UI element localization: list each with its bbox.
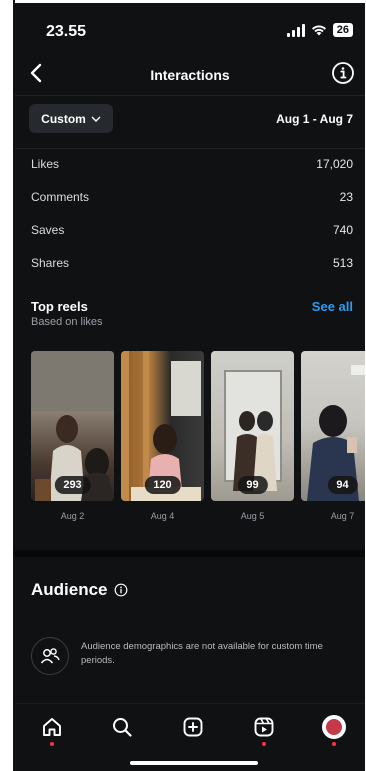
top-reels-carousel[interactable]: 293 Aug 2 120 Aug 4 99 Aug 5 94 Aug 7 — [31, 351, 365, 526]
reel-thumbnail[interactable]: 99 — [211, 351, 294, 501]
reel-date: Aug 7 — [330, 511, 355, 521]
metric-value: 23 — [339, 190, 353, 204]
status-time: 23.55 — [46, 23, 87, 40]
header: Interactions — [15, 55, 365, 95]
metric-label: Saves — [31, 223, 65, 237]
date-filter-label: Custom — [41, 111, 86, 126]
profile-avatar[interactable] — [321, 714, 347, 740]
info-icon[interactable] — [114, 583, 128, 597]
reel-thumbnail[interactable]: 120 — [121, 351, 204, 501]
reel-date: Aug 4 — [150, 511, 175, 521]
reel-like-count: 99 — [237, 476, 268, 494]
reel-like-count: 293 — [54, 476, 91, 494]
reel-card[interactable]: 120 Aug 4 — [121, 351, 204, 521]
left-margin — [0, 0, 15, 771]
cellular-signal-icon — [286, 23, 305, 37]
reel-like-count: 94 — [327, 476, 358, 494]
page-title: Interactions — [150, 67, 230, 83]
metric-value: 17,020 — [316, 157, 353, 171]
metric-saves: Saves 740 — [31, 223, 353, 243]
metric-value: 513 — [332, 256, 353, 270]
filter-divider — [15, 148, 365, 149]
status-bar: 23.55 26 — [15, 3, 365, 55]
people-icon — [31, 637, 69, 675]
metric-comments: Comments 23 — [31, 190, 353, 210]
metric-label: Comments — [31, 190, 90, 204]
chevron-down-icon — [91, 116, 101, 122]
top-reels-subtitle: Based on likes — [31, 316, 103, 328]
reel-card[interactable]: 99 Aug 5 — [211, 351, 294, 521]
metric-shares: Shares 513 — [31, 256, 353, 276]
header-divider — [15, 95, 365, 96]
search-icon[interactable] — [109, 714, 135, 740]
metric-value: 740 — [332, 223, 353, 237]
notification-dot — [262, 742, 266, 746]
info-icon[interactable] — [331, 61, 355, 85]
reel-thumbnail[interactable]: 94 — [301, 351, 365, 501]
audience-heading: Audience — [31, 580, 128, 600]
see-all-link[interactable]: See all — [312, 299, 353, 314]
avatar — [322, 715, 346, 739]
metric-label: Shares — [31, 256, 70, 270]
reel-card[interactable]: 293 Aug 2 — [31, 351, 114, 521]
app-screen: 23.55 26 Interactions Custom Aug 1 - Aug… — [15, 3, 365, 771]
top-reels-title: Top reels — [31, 299, 88, 314]
audience-unavailable-message: Audience demographics are not available … — [81, 641, 323, 666]
wifi-icon — [311, 25, 326, 36]
reel-card[interactable]: 94 Aug 7 — [301, 351, 365, 521]
section-separator — [15, 550, 365, 557]
home-indicator — [130, 761, 258, 765]
metric-likes: Likes 17,020 — [31, 157, 353, 177]
notification-dot — [50, 742, 54, 746]
reel-like-count: 120 — [144, 476, 181, 494]
reels-icon[interactable] — [251, 714, 277, 740]
reel-date: Aug 5 — [240, 511, 265, 521]
status-icons: 26 — [286, 23, 353, 37]
reel-date: Aug 2 — [60, 511, 85, 521]
reel-thumbnail[interactable]: 293 — [31, 351, 114, 501]
audience-title: Audience — [31, 580, 108, 599]
battery-indicator: 26 — [332, 23, 353, 37]
create-icon[interactable] — [180, 714, 206, 740]
notification-dot — [332, 742, 336, 746]
metric-label: Likes — [31, 157, 60, 171]
date-range: Aug 1 - Aug 7 — [276, 112, 353, 126]
date-filter-dropdown[interactable]: Custom — [29, 104, 113, 133]
home-icon[interactable] — [39, 714, 65, 740]
